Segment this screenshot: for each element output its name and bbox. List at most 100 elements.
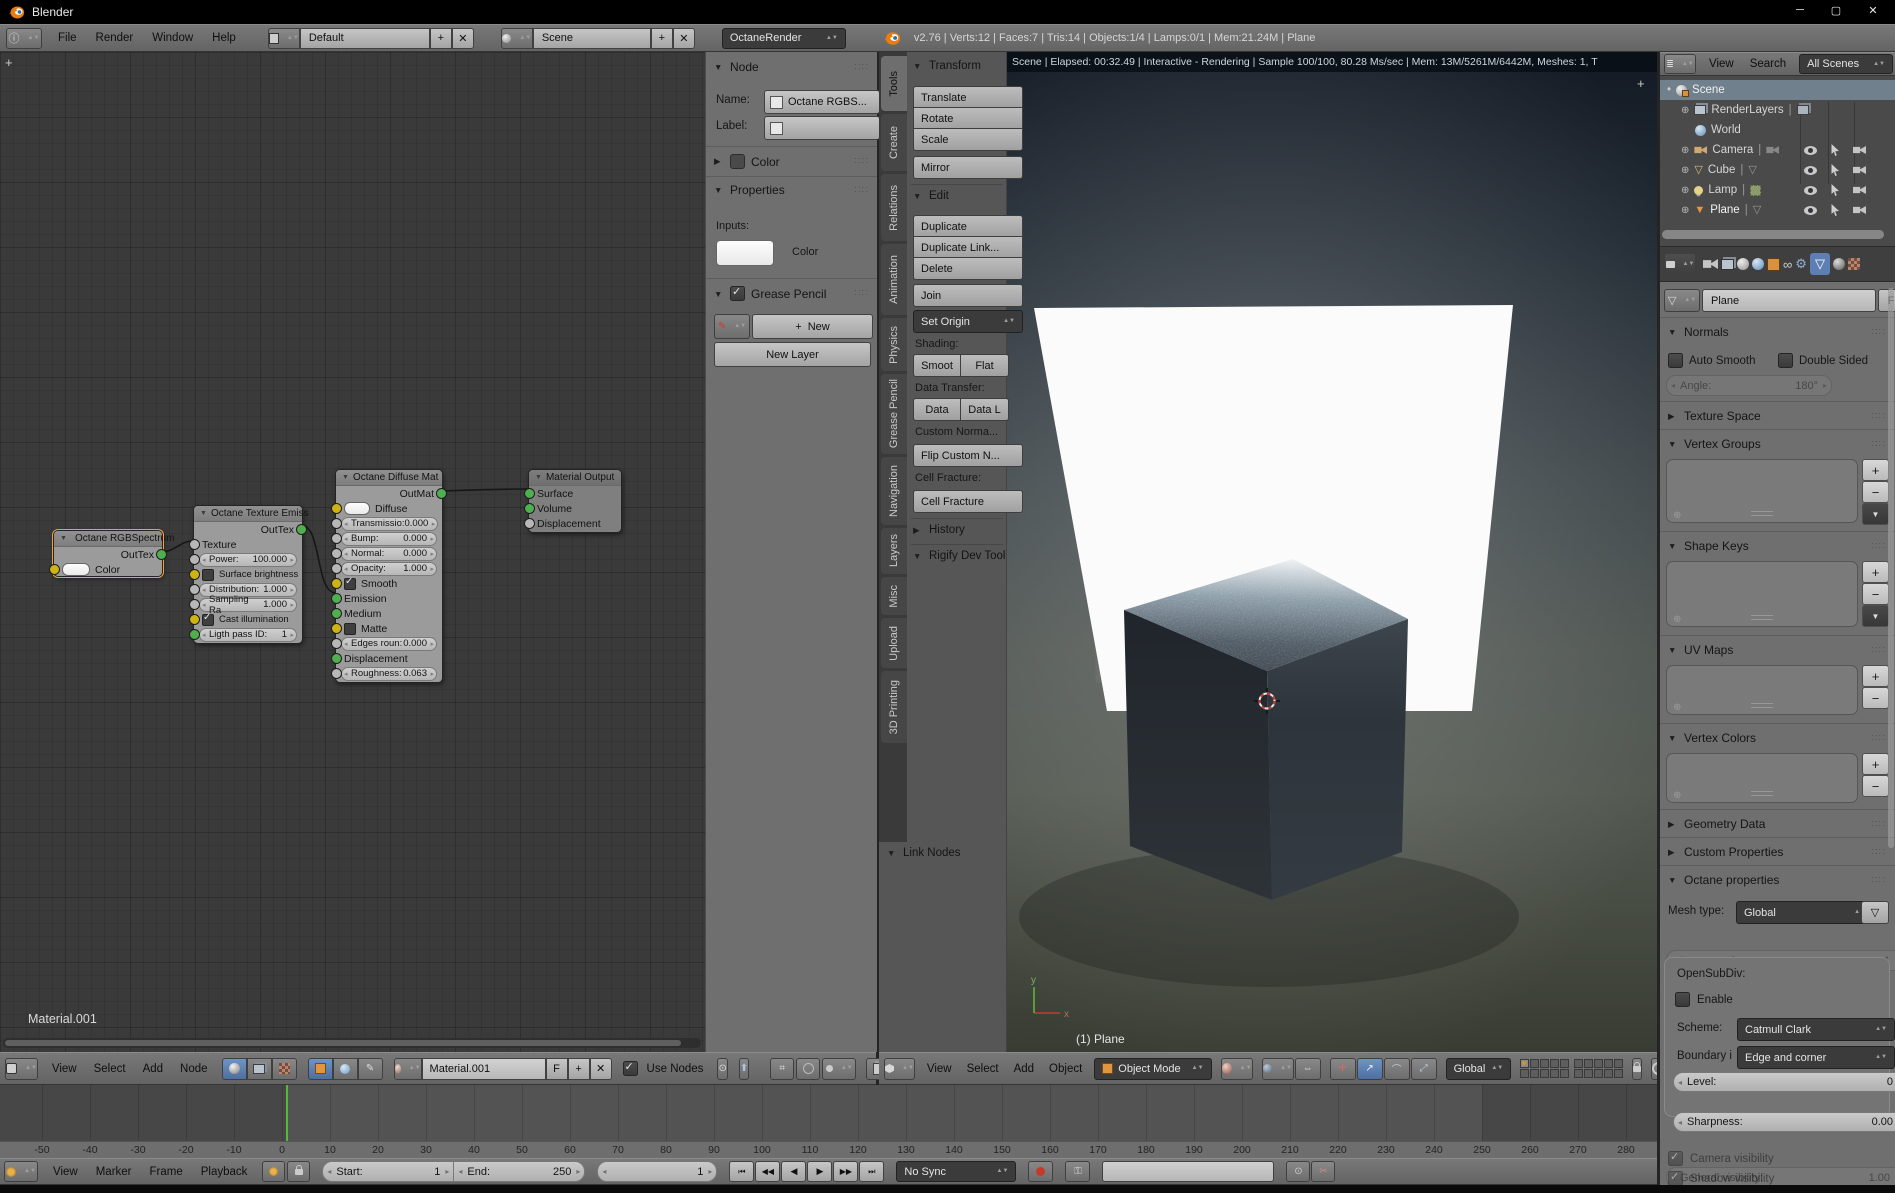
node-title[interactable]: ▼ Octane Diffuse Mat (336, 470, 442, 486)
panel-grip[interactable]: ∷∷ (1871, 439, 1886, 450)
shelf-tab-3d-printing[interactable]: 3D Printing (881, 671, 907, 743)
tab-material-icon[interactable] (1832, 258, 1845, 270)
scale-button[interactable]: Scale (913, 128, 1023, 151)
socket-transmission[interactable] (331, 518, 342, 529)
expand-region-plus-icon[interactable]: + (1637, 76, 1645, 91)
duplicate-button[interactable]: Duplicate (913, 215, 1023, 238)
shader-context-linestyle-button[interactable]: ✎ (357, 1057, 383, 1080)
visibility-eye-icon[interactable] (1804, 205, 1817, 215)
grease-pencil-source-button[interactable]: ✎ ▲▼ (714, 314, 750, 339)
snap-target-button[interactable]: ▲▼ (822, 1057, 857, 1080)
tab-object-icon[interactable] (1767, 257, 1780, 271)
menu-view[interactable]: View (49, 1063, 80, 1075)
tab-constraints-icon[interactable]: ∞ (1783, 257, 1792, 272)
menu-add[interactable]: Add (140, 1063, 166, 1075)
uv-map-remove-button[interactable]: − (1862, 687, 1889, 709)
enable-toggle[interactable]: Enable (1675, 992, 1733, 1007)
panel-grease-pencil-header[interactable]: ▼ Grease Pencil∷∷ (714, 285, 869, 301)
mirror-button[interactable]: Mirror (913, 156, 1023, 179)
material-unlink-button[interactable]: ✕ (589, 1057, 612, 1080)
renderable-camera-icon[interactable] (1853, 165, 1866, 175)
panel-rigify-header[interactable]: ▼ Rigify Dev Tool (913, 550, 1007, 562)
play-reverse-button[interactable]: ◀ (781, 1161, 807, 1182)
panel-color-header[interactable]: ▶ Color ∷∷ (714, 154, 869, 169)
data-layout-button[interactable]: Data L (960, 398, 1009, 421)
scene-icon-button[interactable]: ▲▼ (500, 27, 533, 49)
snap-hook-button[interactable]: ⌗ (770, 1057, 795, 1080)
timeline-playhead[interactable] (285, 1085, 288, 1141)
cell-fracture-button[interactable]: Cell Fracture (913, 490, 1023, 513)
shelf-tab-tools[interactable]: Tools (881, 56, 907, 111)
timeline-band[interactable] (0, 1085, 1657, 1141)
flip-custom-normal-button[interactable]: Flip Custom N... (913, 444, 1023, 467)
shelf-tab-layers[interactable]: Layers (881, 528, 907, 574)
light-pass-id-slider[interactable]: Ligth pass ID:1 (199, 627, 297, 642)
power-slider[interactable]: Power:100.000 (199, 552, 297, 567)
rotate-button[interactable]: Rotate (913, 107, 1023, 130)
renderable-camera-icon[interactable] (1853, 145, 1866, 155)
keying-set-field[interactable] (1102, 1161, 1275, 1182)
auto-smooth-checkbox[interactable] (1668, 353, 1683, 368)
keying-icon-button[interactable]: ⚿ (1065, 1161, 1091, 1182)
socket-power[interactable] (189, 554, 200, 565)
panel-grip[interactable]: ∷∷ (1871, 645, 1886, 656)
edges-rounding-slider[interactable]: Edges roun:0.000 (341, 636, 437, 651)
panel-uv-maps-header[interactable]: ▼ UV Maps ∷∷ (1668, 643, 1886, 657)
socket-sampling[interactable] (189, 599, 200, 610)
material-add-button[interactable]: + (567, 1057, 590, 1080)
orientation-selector[interactable]: Global ▲▼ (1445, 1057, 1512, 1080)
level-slider[interactable]: Level:0 (1673, 1072, 1895, 1092)
panel-shape-keys-header[interactable]: ▼ Shape Keys ∷∷ (1668, 539, 1886, 553)
vertex-group-add-button[interactable]: + (1862, 459, 1889, 481)
double-sided-toggle[interactable]: Double Sided (1778, 353, 1868, 368)
bump-slider[interactable]: Bump:0.000 (341, 531, 437, 546)
panel-grip[interactable]: ∷ (997, 62, 1003, 71)
node-title[interactable]: ▼ Octane Texture Emiss (194, 506, 309, 522)
menu-view[interactable]: View (50, 1166, 81, 1178)
fake-user-button[interactable]: F (545, 1057, 568, 1080)
expand-icon[interactable]: ⊕ (1681, 165, 1689, 176)
node-octane-texture-emission[interactable]: ▼ Octane Texture Emiss OutTex Texture Po… (189, 505, 309, 644)
socket-surface-brightness[interactable] (189, 569, 200, 580)
snap-ghost-button[interactable] (796, 1057, 821, 1080)
editor-type-properties-button[interactable]: ▲▼ (1664, 253, 1696, 275)
panel-grip[interactable]: ∷∷ (854, 185, 869, 196)
panel-normals-header[interactable]: ▼ Normals ∷∷ (1668, 325, 1886, 339)
panel-grip[interactable]: ∷ (997, 192, 1003, 201)
outliner-row-camera[interactable]: ⊕ Camera | (1660, 140, 1895, 160)
selectable-cursor-icon[interactable] (1831, 144, 1839, 156)
manipulator-translate-button[interactable]: ↗ (1356, 1057, 1383, 1080)
shadow-visibility-toggle[interactable]: Shadow visibility (1668, 1170, 1774, 1186)
material-browse-button[interactable]: ▲▼ (393, 1057, 422, 1080)
opacity-slider[interactable]: Opacity:1.000 (341, 561, 437, 576)
pin-button[interactable]: ⊙ (717, 1057, 728, 1080)
editor-type-timeline-button[interactable]: ▲▼ (4, 1161, 38, 1182)
socket-matte[interactable] (331, 623, 342, 634)
panel-properties-header[interactable]: ▼ Properties ∷∷ (714, 183, 869, 197)
minimize-button[interactable]: ─ (1786, 4, 1814, 16)
manipulator-scale-button[interactable]: ⤢ (1410, 1057, 1437, 1080)
scene-close-button[interactable]: ✕ (672, 27, 695, 49)
node-material-output[interactable]: ▼ Material Output Surface Volume Displac… (524, 469, 622, 533)
panel-grip[interactable]: ∷∷ (1871, 733, 1886, 744)
uv-map-add-button[interactable]: + (1862, 665, 1889, 687)
new-layer-button[interactable]: New Layer (714, 342, 871, 367)
socket-displacement[interactable] (331, 653, 342, 664)
next-keyframe-button[interactable]: ▶▶ (833, 1161, 859, 1182)
selectable-cursor-icon[interactable] (1831, 184, 1839, 196)
panel-grip[interactable]: ∷∷ (854, 156, 869, 167)
use-nodes-checkbox[interactable] (622, 1060, 638, 1076)
play-button[interactable]: ▶ (807, 1161, 833, 1182)
menu-select[interactable]: Select (91, 1063, 129, 1075)
editor-type-3d-button[interactable]: ▲▼ (884, 1057, 915, 1080)
collapse-icon[interactable]: ▼ (342, 474, 349, 481)
diffuse-swatch[interactable] (344, 502, 370, 515)
panel-geometry-data-header[interactable]: ▶ Geometry Data ∷∷ (1668, 817, 1886, 831)
shape-key-remove-button[interactable]: − (1862, 583, 1889, 605)
collapse-icon[interactable]: ▼ (535, 474, 542, 481)
panel-history-header[interactable]: ▶ History ∷ (913, 524, 1003, 536)
collapse-icon[interactable]: ▼ (60, 535, 67, 542)
layout-selector[interactable]: Default (299, 27, 430, 49)
mode-selector[interactable]: Object Mode ▲▼ (1094, 1057, 1212, 1080)
grease-pencil-checkbox[interactable] (730, 285, 745, 301)
